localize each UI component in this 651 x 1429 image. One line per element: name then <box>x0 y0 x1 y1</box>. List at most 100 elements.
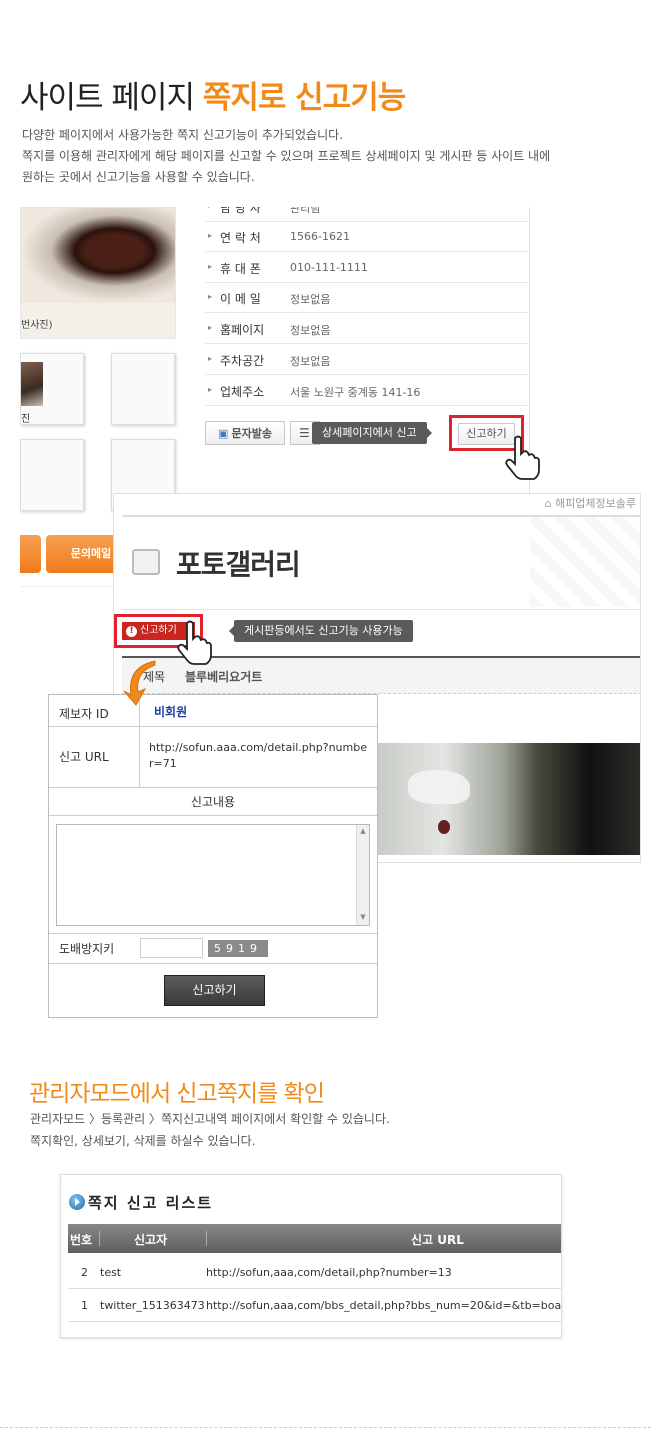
bullet-icon: ▸ <box>208 292 213 301</box>
divider <box>49 787 377 788</box>
divider <box>122 609 640 610</box>
decorative-pattern <box>530 517 640 607</box>
info-label: 이 메 일 <box>220 292 261 306</box>
desc-line: 원하는 곳에서 신고기능을 사용할 수 있습니다. <box>22 170 255 184</box>
post-photo-detail <box>438 820 450 834</box>
post-photo-detail <box>408 770 470 804</box>
reporter-id-label: 제보자 ID <box>59 707 109 721</box>
breadcrumb[interactable]: ⌂ 해피업체정보솔루 <box>545 495 636 511</box>
info-value: 정보없음 <box>290 324 331 337</box>
cell-reporter: twitter_151363473 <box>100 1299 205 1312</box>
captcha-image: 5919 <box>208 940 268 957</box>
bullet-icon: ▸ <box>208 385 213 394</box>
list-icon: ☰ <box>299 426 310 440</box>
gallery-icon <box>132 549 160 575</box>
report-list-title: 쪽지 신고 리스트 <box>69 1192 213 1213</box>
info-value: 010-111-1111 <box>290 261 368 274</box>
divider <box>49 726 377 727</box>
desc-line: 쪽지를 이용해 관리자에게 해당 페이지를 신고할 수 있으며 프로젝트 상세페… <box>22 149 551 163</box>
title-plain: 사이트 페이지 <box>20 80 203 116</box>
sms-button-label: 문자발송 <box>231 427 272 440</box>
report-content-textarea[interactable]: ▲ ▼ <box>56 824 370 926</box>
info-label: 업체주소 <box>220 385 265 399</box>
desc-line: 쪽지확인, 상세보기, 삭제를 하실수 있습니다. <box>30 1134 256 1148</box>
gallery-report-tooltip: 게시판등에서도 신고기능 사용가능 <box>229 620 413 642</box>
gallery-title: 포토갤러리 <box>176 548 301 581</box>
report-button-label: 신고하기 <box>140 625 177 636</box>
orange-button[interactable] <box>20 535 41 573</box>
info-row: ▸ 담 당 자 관리팀 <box>205 207 528 222</box>
bullet-icon: ▸ <box>208 231 213 240</box>
report-url-label: 신고 URL <box>59 750 109 764</box>
scroll-up-icon: ▲ <box>360 827 366 835</box>
scrollbar[interactable]: ▲ ▼ <box>356 825 369 925</box>
admin-section-title: 관리자모드에서 신고쪽지를 확인 <box>29 1081 325 1107</box>
home-icon: ⌂ <box>544 497 556 510</box>
divider <box>49 815 377 816</box>
submit-report-button[interactable]: 신고하기 <box>164 975 265 1006</box>
thumbnail[interactable]: 진 <box>20 353 84 425</box>
info-row: ▸ 업체주소 서울 노원구 중계동 141-16 <box>205 375 528 406</box>
inquiry-mail-label: 문의메일 <box>70 547 112 560</box>
divider <box>49 933 377 934</box>
column-header-url: 신고 URL <box>411 1233 464 1247</box>
sms-icon: ▣ <box>218 426 229 440</box>
info-label: 연 락 처 <box>220 231 261 245</box>
table-row[interactable]: 1 twitter_151363473 http://sofun,aaa,com… <box>68 1289 561 1322</box>
info-value: 정보없음 <box>290 355 331 368</box>
report-list-panel: 쪽지 신고 리스트 번호 신고자 신고 URL 2 test http://so… <box>60 1174 562 1338</box>
bullet-icon: ▸ <box>208 323 213 332</box>
play-circle-icon <box>69 1194 85 1210</box>
report-content-label: 신고내용 <box>190 795 236 809</box>
desc-line: 다양한 페이지에서 사용가능한 쪽지 신고기능이 추가되었습니다. <box>22 128 343 142</box>
report-form: 제보자 ID 비회원 신고 URL http://sofun.aaa.com/d… <box>48 694 378 1018</box>
captcha-label: 도배방지키 <box>59 942 115 956</box>
thumbnail-image <box>21 362 43 406</box>
info-row: ▸ 주차공간 정보없음 <box>205 344 528 375</box>
report-url-value: http://sofun.aaa.com/detail.php?number=7… <box>149 741 367 770</box>
column-divider <box>206 1231 207 1246</box>
thumbnail[interactable] <box>20 439 84 511</box>
info-value: 정보없음 <box>290 293 331 306</box>
info-label: 담 당 자 <box>220 207 261 215</box>
column-header-reporter: 신고자 <box>134 1233 168 1247</box>
tooltip-text: 게시판등에서도 신고기능 사용가능 <box>244 624 403 637</box>
captcha-input[interactable] <box>140 938 203 958</box>
info-value: 서울 노원구 중계동 141-16 <box>290 386 421 399</box>
main-photo-card: 번사진) <box>20 207 176 339</box>
table-row[interactable]: 2 test http://sofun,aaa,com/detail,php?n… <box>68 1256 561 1289</box>
cell-url[interactable]: http://sofun,aaa,com/detail,php?number=1… <box>206 1266 452 1279</box>
page-description: 다양한 페이지에서 사용가능한 쪽지 신고기능이 추가되었습니다. 쪽지를 이용… <box>22 125 632 188</box>
cell-no: 2 <box>81 1266 88 1279</box>
bullet-icon: ▸ <box>208 207 212 210</box>
subject-value: 블루베리요거트 <box>185 670 263 684</box>
sms-button[interactable]: ▣ 문자발송 <box>205 421 285 445</box>
breadcrumb-label: 해피업체정보솔루 <box>555 497 636 510</box>
info-value: 1566-1621 <box>290 230 350 243</box>
cell-reporter: test <box>100 1266 122 1279</box>
pointer-hand-icon <box>177 620 212 665</box>
cell-url[interactable]: http://sofun,aaa,com/bbs_detail,php?bbs_… <box>206 1299 561 1312</box>
pointer-hand-icon <box>505 435 540 480</box>
report-list-title-label: 쪽지 신고 리스트 <box>88 1194 214 1212</box>
info-row: ▸ 연 락 처 1566-1621 <box>205 221 528 252</box>
bullet-icon: ▸ <box>208 354 213 363</box>
page-title: 사이트 페이지 쪽지로 신고기능 <box>20 72 406 117</box>
info-row: ▸ 이 메 일 정보없음 <box>205 282 528 313</box>
table-header: 번호 신고자 신고 URL <box>68 1224 561 1253</box>
info-label: 주차공간 <box>220 354 265 368</box>
column-header-no: 번호 <box>70 1233 93 1247</box>
title-highlight: 쪽지로 신고기능 <box>202 80 406 116</box>
photo-caption: 번사진) <box>21 320 53 331</box>
info-value: 관리팀 <box>290 207 321 215</box>
column-divider <box>99 1231 100 1246</box>
desc-line: 관리자모드 〉등록관리 〉쪽지신고내역 페이지에서 확인할 수 있습니다. <box>30 1112 390 1126</box>
info-label: 휴 대 폰 <box>220 262 261 276</box>
divider <box>49 963 377 964</box>
thumbnail[interactable] <box>111 353 175 425</box>
bottom-divider <box>0 1427 651 1428</box>
main-photo <box>21 208 175 303</box>
info-row: ▸ 홈페이지 정보없음 <box>205 313 528 344</box>
tooltip-text: 상세페이지에서 신고 <box>322 426 417 439</box>
warning-icon: ! <box>126 626 137 637</box>
